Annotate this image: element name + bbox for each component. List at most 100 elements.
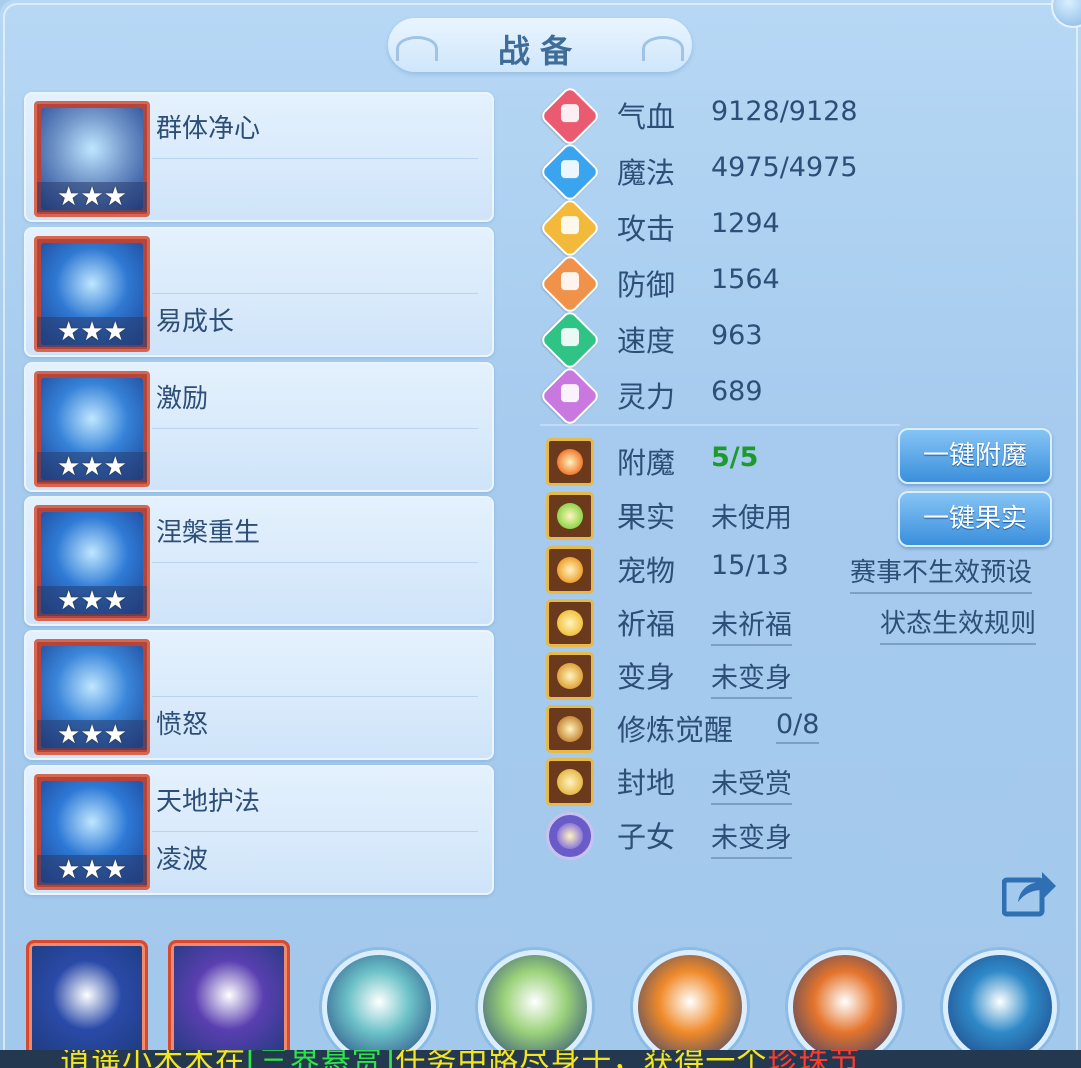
skill-card[interactable]: ★★★ 易成长	[24, 227, 494, 357]
stars-text: ★★★	[57, 855, 127, 885]
stars-text: ★★★	[57, 182, 127, 212]
skill-name-primary: 激励	[156, 384, 209, 414]
ticker-event: [三界悬赏]	[246, 1050, 396, 1068]
attribute-label: 附魔	[617, 446, 676, 480]
enchant-icon	[546, 438, 594, 486]
blue-wave-icon[interactable]	[943, 950, 1057, 1064]
share-icon[interactable]	[1002, 866, 1058, 918]
one-click-enchant-button[interactable]: 一键附魔	[898, 428, 1052, 484]
stars-text: ★★★	[57, 586, 127, 616]
fire-ring-icon[interactable]	[633, 950, 747, 1064]
skill-name-secondary: 易成长	[156, 307, 235, 337]
winged-helm-icon[interactable]: ★★★	[34, 371, 150, 487]
stat-icon-core	[561, 272, 579, 291]
attribute-value[interactable]: 0/8	[776, 709, 820, 744]
stat-row: 速度 963	[538, 308, 873, 372]
attribute-value: 15/13	[711, 550, 789, 581]
battle-prep-panel: 战备 ★★★ 群体净心 ★★★ 易成长 ★★★ 激励 ★★★ 涅槃重生 ★★★ 愤怒 ★★★ 天地护法…	[0, 0, 1081, 1068]
attribute-value: 未使用	[711, 503, 792, 534]
lantern-icon[interactable]	[788, 950, 902, 1064]
one-click-fruit-button[interactable]: 一键果实	[898, 491, 1052, 547]
star-rating: ★★★	[37, 586, 147, 616]
star-rating: ★★★	[37, 182, 147, 212]
attribute-value[interactable]: 未变身	[711, 816, 792, 859]
skill-name-primary: 群体净心	[156, 114, 261, 144]
stat-label: 防御	[617, 268, 676, 302]
shield-icon	[538, 252, 602, 316]
stat-icon-core	[561, 384, 579, 403]
icon-glow	[557, 449, 583, 475]
phoenix-icon[interactable]: ★★★	[34, 505, 150, 621]
crowned-guardian-icon[interactable]: ★★★	[34, 236, 150, 352]
attribute-label: 宠物	[617, 554, 676, 588]
star-rating: ★★★	[37, 317, 147, 347]
icon-glow	[557, 663, 583, 689]
twin-guardian-icon[interactable]: ★★★	[34, 774, 150, 890]
star-rating: ★★★	[37, 855, 147, 885]
stat-label: 气血	[617, 100, 676, 134]
card-divider	[152, 428, 478, 429]
skill-card[interactable]: ★★★ 天地护法 凌波	[24, 765, 494, 895]
skill-name-primary: 天地护法	[156, 787, 261, 817]
stars-text: ★★★	[57, 720, 127, 750]
attribute-row: 子女 未变身	[543, 812, 1063, 862]
title-banner: 战备	[388, 18, 692, 72]
attribute-value: 5/5	[711, 442, 759, 473]
meditation-icon	[546, 705, 594, 753]
attribute-label: 祈福	[617, 607, 676, 641]
star-rating: ★★★	[37, 452, 147, 482]
stat-label: 灵力	[617, 380, 676, 414]
skill-card[interactable]: ★★★ 愤怒	[24, 630, 494, 760]
mana-drop-icon	[538, 140, 602, 204]
stat-value: 963	[711, 320, 763, 351]
stat-row: 攻击 1294	[538, 196, 873, 260]
attribute-row: 修炼觉醒 0/8	[543, 705, 1063, 755]
fief-icon	[546, 758, 594, 806]
card-divider	[152, 158, 478, 159]
lotus-moon-icon[interactable]	[168, 940, 290, 1062]
skill-card[interactable]: ★★★ 群体净心	[24, 92, 494, 222]
attribute-value[interactable]: 未受赏	[711, 762, 792, 805]
attribute-label: 果实	[617, 500, 676, 534]
stars-text: ★★★	[57, 452, 127, 482]
card-divider	[152, 562, 478, 563]
skill-name-primary: 涅槃重生	[156, 518, 261, 548]
blessing-icon	[546, 599, 594, 647]
attribute-value[interactable]: 未祈福	[711, 603, 792, 646]
stat-row: 防御 1564	[538, 252, 873, 316]
icon-glow	[557, 716, 583, 742]
golden-crown-icon[interactable]: ★★★	[34, 639, 150, 755]
stat-label: 攻击	[617, 212, 676, 246]
stat-value: 9128/9128	[711, 96, 858, 127]
golden-figure-icon[interactable]	[322, 950, 436, 1064]
stat-icon-core	[561, 216, 579, 235]
fruit-icon	[546, 492, 594, 540]
section-divider	[540, 424, 900, 426]
heart-icon	[538, 84, 602, 148]
green-leaf-icon[interactable]	[478, 950, 592, 1064]
attribute-row: 封地 未受赏	[543, 758, 1063, 808]
status-rules-link[interactable]: 状态生效规则	[880, 603, 1037, 645]
attribute-value[interactable]: 未变身	[711, 656, 792, 699]
stat-label: 速度	[617, 324, 676, 358]
star-orb-icon[interactable]	[26, 940, 148, 1062]
stat-value: 689	[711, 376, 763, 407]
attribute-label: 变身	[617, 660, 676, 694]
ticker-reward: 珍珠节	[767, 1050, 861, 1068]
stat-label: 魔法	[617, 156, 676, 190]
stat-icon-core	[561, 328, 579, 347]
stat-icon-core	[561, 160, 579, 179]
crossed-swords-icon[interactable]: ★★★	[34, 101, 150, 217]
skill-name-secondary: 愤怒	[156, 710, 209, 740]
stat-icon-core	[561, 104, 579, 123]
ticker-text: 逍遥小木木在[三界悬赏]任务中路尽身于，获得一个珍珠节	[60, 1050, 860, 1068]
card-divider	[152, 831, 478, 832]
stat-row: 魔法 4975/4975	[538, 140, 873, 204]
icon-glow	[557, 769, 583, 795]
event-preset-link[interactable]: 赛事不生效预设	[850, 552, 1033, 594]
stars-text: ★★★	[57, 317, 127, 347]
card-divider	[152, 293, 478, 294]
skill-card[interactable]: ★★★ 激励	[24, 362, 494, 492]
stat-row: 灵力 689	[538, 364, 873, 428]
skill-card[interactable]: ★★★ 涅槃重生	[24, 496, 494, 626]
